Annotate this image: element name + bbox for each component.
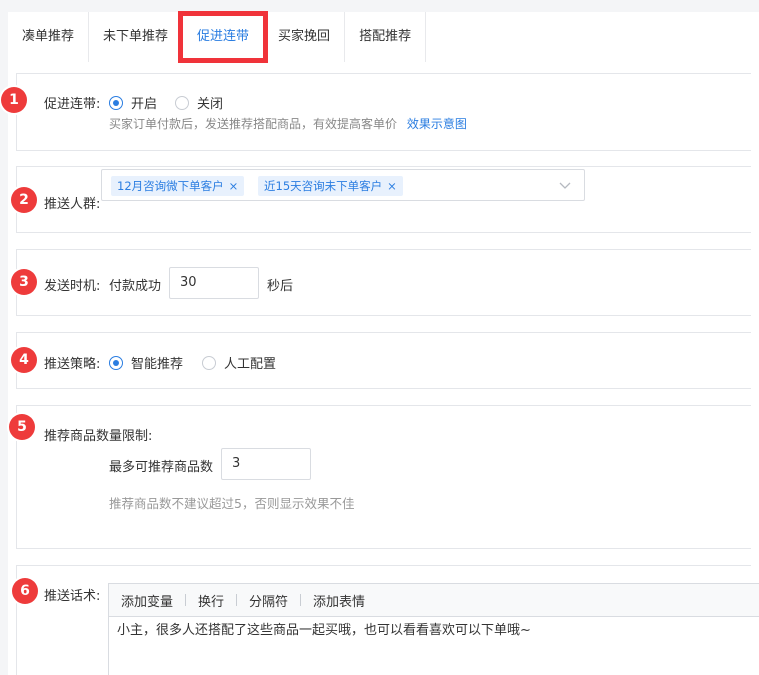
- audience-tag: 12月咨询微下单客户 ×: [111, 176, 245, 196]
- audience-label: 推送人群:: [44, 197, 101, 212]
- effect-preview-link[interactable]: 效果示意图: [407, 117, 467, 131]
- script-label: 推送话术:: [44, 589, 101, 604]
- cross-sell-hint-text: 买家订单付款后，发送推荐搭配商品，有效提高客单价: [109, 117, 398, 131]
- audience-select[interactable]: 12月咨询微下单客户 × 近15天咨询未下单客户 ×: [101, 169, 585, 201]
- radio-dot-icon: [109, 355, 123, 370]
- tag-remove-icon[interactable]: ×: [387, 179, 397, 193]
- audience-tag-label: 12月咨询微下单客户: [117, 179, 224, 193]
- step-badge-1: 1: [1, 87, 27, 113]
- line-break-button[interactable]: 换行: [198, 591, 224, 610]
- toolbar-divider: [300, 594, 302, 606]
- radio-enable[interactable]: 开启: [109, 93, 157, 112]
- audience-tag-label: 近15天咨询未下单客户: [264, 179, 383, 193]
- section-cross-sell-card: [16, 73, 751, 151]
- step-badge-3: 3: [11, 269, 37, 295]
- radio-disable-label: 关闭: [197, 97, 224, 112]
- cross-sell-hint: 买家订单付款后，发送推荐搭配商品，有效提高客单价 效果示意图: [109, 115, 467, 132]
- tab-coudan[interactable]: 凑单推荐: [8, 12, 90, 62]
- tab-cross-sell[interactable]: 促进连带: [178, 11, 269, 63]
- radio-dot-icon: [202, 355, 216, 370]
- radio-disable[interactable]: 关闭: [175, 93, 223, 112]
- tab-unordered[interactable]: 未下单推荐: [89, 12, 184, 62]
- toolbar-divider: [236, 594, 238, 606]
- timing-prefix: 付款成功: [109, 279, 162, 294]
- script-text-editor[interactable]: 小主，很多人还搭配了这些商品一起买哦，也可以看看喜欢可以下单哦~: [108, 617, 759, 675]
- step-badge-6: 6: [12, 578, 38, 604]
- radio-manual-label: 人工配置: [224, 357, 277, 372]
- radio-dot-icon: [175, 95, 189, 110]
- timing-label: 发送时机:: [44, 279, 101, 294]
- audience-tag: 近15天咨询未下单客户 ×: [258, 176, 403, 196]
- strategy-label: 推送策略:: [44, 357, 101, 372]
- tab-buyer-recall[interactable]: 买家挽回: [264, 12, 346, 62]
- max-items-label: 最多可推荐商品数: [109, 460, 214, 475]
- add-emoji-button[interactable]: 添加表情: [313, 591, 365, 610]
- delay-seconds-input[interactable]: 30: [169, 267, 259, 299]
- chevron-down-icon[interactable]: [558, 178, 572, 192]
- add-variable-button[interactable]: 添加变量: [121, 591, 173, 610]
- tag-remove-icon[interactable]: ×: [229, 179, 239, 193]
- radio-dot-icon: [109, 95, 123, 110]
- step-badge-5: 5: [9, 414, 35, 440]
- limit-label: 推荐商品数量限制:: [44, 429, 153, 444]
- step-badge-2: 2: [11, 187, 37, 213]
- max-items-input[interactable]: 3: [221, 448, 311, 480]
- radio-manual-config[interactable]: 人工配置: [202, 353, 276, 372]
- timing-suffix: 秒后: [267, 279, 294, 294]
- editor-toolbar: 添加变量 换行 分隔符 添加表情: [108, 583, 759, 617]
- toolbar-divider: [185, 594, 187, 606]
- radio-enable-label: 开启: [131, 97, 158, 112]
- radio-smart-recommend[interactable]: 智能推荐: [109, 353, 183, 372]
- limit-hint: 推荐商品数不建议超过5，否则显示效果不佳: [109, 496, 355, 511]
- tab-bar: 凑单推荐 未下单推荐 促进连带 买家挽回 搭配推荐: [8, 11, 759, 65]
- step-badge-4: 4: [11, 347, 37, 373]
- radio-smart-label: 智能推荐: [131, 357, 184, 372]
- tab-bundle[interactable]: 搭配推荐: [345, 12, 427, 62]
- separator-button[interactable]: 分隔符: [249, 591, 288, 610]
- cross-sell-label: 促进连带:: [44, 97, 101, 112]
